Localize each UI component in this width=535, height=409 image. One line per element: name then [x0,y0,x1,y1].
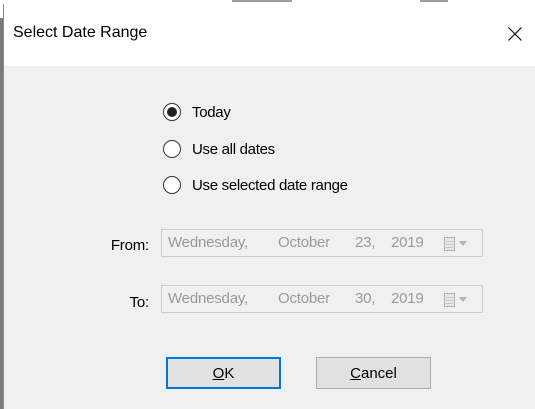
from-day: 23, [355,234,376,251]
to-label: To: [129,294,150,311]
ok-mnemonic: O [212,364,225,382]
from-calendar-dropdown-button[interactable] [444,235,478,252]
radio-use-selected-date-range-circle[interactable] [163,176,181,194]
from-label: From: [110,237,149,254]
radio-use-selected-date-range[interactable]: Use selected date range [163,174,348,196]
dialog-title: Select Date Range [13,24,148,41]
radio-use-all-dates[interactable]: Use all dates [163,138,275,160]
background-mark [420,0,448,2]
ok-button[interactable]: OK [166,357,281,389]
ok-label-rest: K [224,364,235,382]
calendar-icon [444,236,455,251]
radio-today[interactable]: Today [163,101,231,123]
radio-use-all-dates-circle[interactable] [163,140,181,158]
to-weekday: Wednesday, [168,290,248,307]
title-bar: Select Date Range [4,4,535,66]
from-date-picker[interactable]: Wednesday, October 23, 2019 [161,229,483,257]
to-calendar-dropdown-button[interactable] [444,291,478,308]
radio-use-all-dates-label[interactable]: Use all dates [192,141,275,158]
from-year: 2019 [391,234,424,251]
radio-today-label[interactable]: Today [192,104,231,121]
cancel-button[interactable]: Cancel [316,357,431,389]
from-month: October [278,234,330,251]
cancel-label-rest: ancel [360,364,397,382]
to-month: October [278,290,330,307]
chevron-down-icon [459,241,467,246]
from-weekday: Wednesday, [168,234,248,251]
radio-selected-dot [167,107,177,117]
radio-today-circle[interactable] [163,103,181,121]
to-day: 30, [355,290,376,307]
calendar-icon [444,292,455,307]
background-mark [232,0,292,2]
radio-use-selected-date-range-label[interactable]: Use selected date range [192,177,348,194]
select-date-range-dialog: Select Date Range Today Use all dates Us… [3,4,535,409]
cancel-mnemonic: C [350,364,361,382]
to-date-picker[interactable]: Wednesday, October 30, 2019 [161,285,483,313]
close-button[interactable] [495,17,535,51]
close-icon [508,27,522,41]
chevron-down-icon [459,297,467,302]
to-year: 2019 [391,290,424,307]
